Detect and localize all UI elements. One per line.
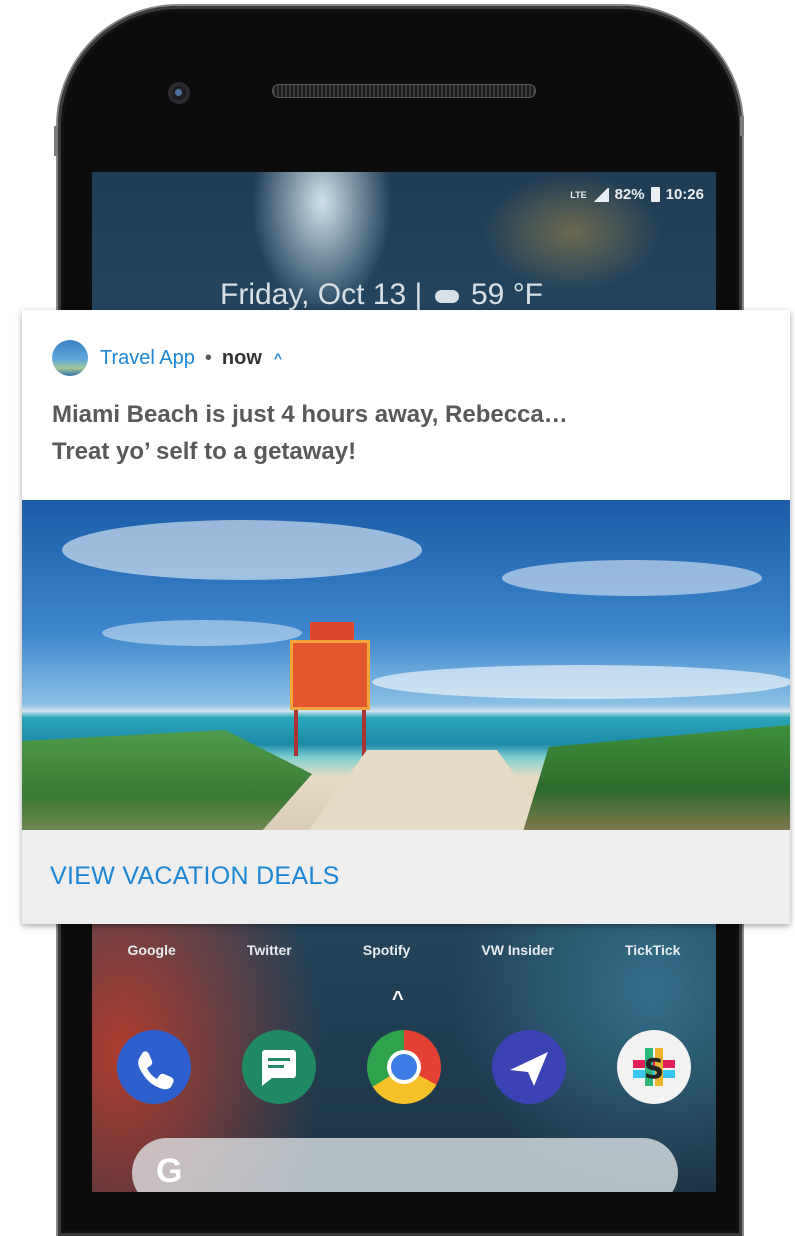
notification-message: Miami Beach is just 4 hours away, Rebecc… bbox=[52, 396, 752, 470]
messages-icon[interactable] bbox=[242, 1030, 317, 1104]
app-label-vw-insider[interactable]: VW Insider bbox=[481, 942, 553, 958]
dock: S bbox=[92, 1030, 716, 1104]
earpiece-speaker bbox=[272, 84, 536, 98]
app-name: Travel App bbox=[100, 346, 195, 369]
signal-icon bbox=[592, 187, 609, 202]
cloud bbox=[502, 560, 762, 596]
cloud-icon bbox=[434, 289, 459, 303]
clock: 10:26 bbox=[665, 186, 704, 203]
cloud bbox=[102, 620, 302, 646]
lte-label: LTE bbox=[570, 189, 587, 200]
slack-icon[interactable]: S bbox=[616, 1030, 691, 1104]
battery-percent: 82% bbox=[614, 186, 645, 203]
dune-left bbox=[22, 730, 312, 830]
google-logo: G bbox=[156, 1152, 183, 1190]
notification-actions: VIEW VACATION DEALS bbox=[22, 830, 790, 924]
app-labels-row: Google Twitter Spotify VW Insider TickTi… bbox=[92, 942, 716, 958]
google-search-bar[interactable]: G bbox=[132, 1138, 678, 1192]
message-line-2: Treat yo’ self to a getaway! bbox=[52, 438, 357, 465]
app-label-google[interactable]: Google bbox=[128, 942, 176, 958]
front-camera bbox=[168, 82, 190, 104]
message-line-1: Miami Beach is just 4 hours away, Rebecc… bbox=[52, 401, 568, 428]
side-button-right bbox=[740, 116, 744, 136]
sand-path bbox=[302, 750, 562, 830]
app-label-twitter[interactable]: Twitter bbox=[247, 942, 292, 958]
lifeguard-tower-legs bbox=[294, 710, 366, 756]
chrome-icon[interactable] bbox=[366, 1030, 441, 1104]
battery-icon bbox=[650, 187, 660, 202]
temperature: 59 °F bbox=[470, 278, 544, 311]
beach-photo bbox=[22, 500, 790, 830]
app-label-spotify[interactable]: Spotify bbox=[363, 942, 410, 958]
send-icon[interactable] bbox=[491, 1030, 566, 1104]
cloud bbox=[62, 520, 422, 580]
date-weather: Friday, Oct 13 | 59 °F bbox=[220, 278, 543, 312]
dune-right bbox=[522, 725, 790, 830]
app-label-ticktick[interactable]: TickTick bbox=[625, 942, 681, 958]
side-button-left bbox=[54, 126, 58, 156]
phone-icon[interactable] bbox=[117, 1030, 192, 1104]
app-drawer-chevron-icon[interactable]: ^ bbox=[392, 988, 404, 1011]
lifeguard-tower bbox=[290, 640, 370, 710]
date-text: Friday, Oct 13 | bbox=[220, 278, 423, 311]
cloud bbox=[372, 665, 790, 699]
expand-chevron-icon[interactable]: ^ bbox=[274, 350, 282, 366]
travel-app-icon bbox=[52, 340, 88, 376]
svg-text:S: S bbox=[643, 1052, 663, 1085]
separator-dot: • bbox=[204, 346, 212, 369]
notification-time: now bbox=[221, 346, 262, 369]
view-vacation-deals-button[interactable]: VIEW VACATION DEALS bbox=[50, 862, 340, 891]
notification-card[interactable]: Travel App • now ^ Miami Beach is just 4… bbox=[22, 310, 790, 924]
status-bar: LTE 82% 10:26 bbox=[570, 186, 704, 203]
notification-header: Travel App • now ^ bbox=[52, 340, 282, 376]
